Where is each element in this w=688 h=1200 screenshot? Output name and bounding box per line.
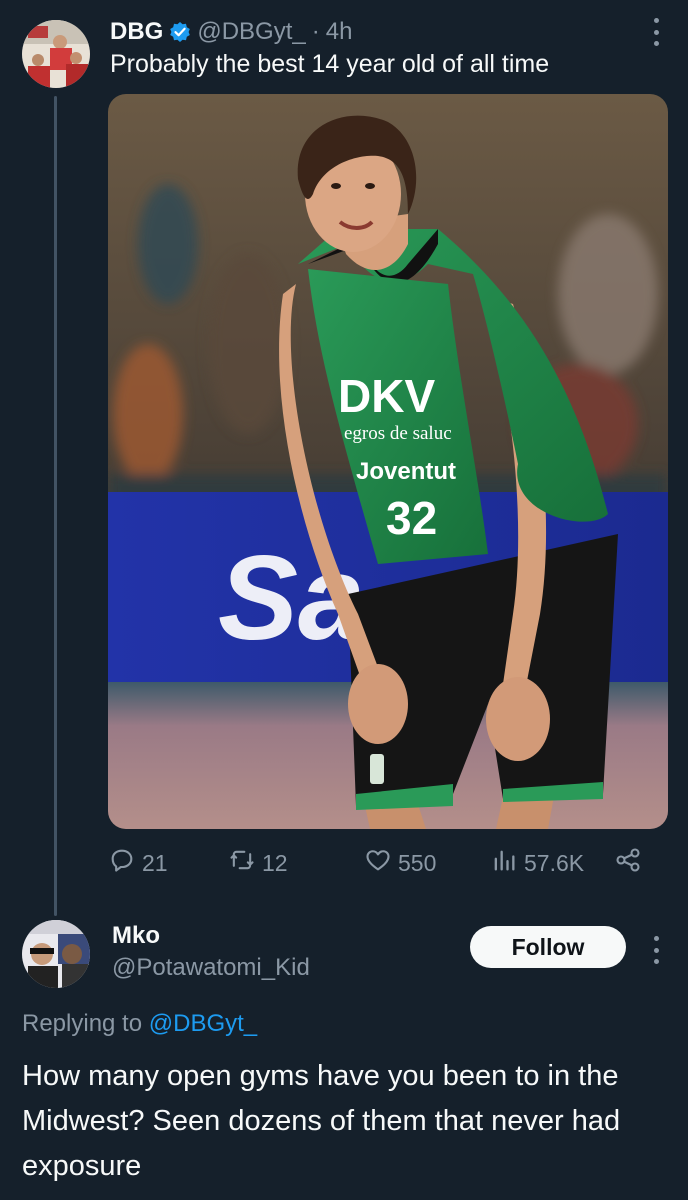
tweet-action-bar: 21 12 550 57.6K [108, 846, 668, 880]
thread-connector-line [54, 96, 57, 916]
share-button[interactable] [614, 846, 642, 880]
jersey-number: 32 [386, 492, 437, 544]
retweet-icon [228, 846, 256, 880]
avatar[interactable] [22, 20, 90, 88]
verified-badge-icon [169, 21, 191, 43]
views-button[interactable]: 57.6K [490, 846, 584, 880]
avatar[interactable] [22, 920, 90, 988]
separator: · [311, 18, 320, 45]
jersey-sponsor: DKV [338, 370, 435, 422]
tweet-header: DBG @DBGyt_ · 4h [110, 16, 352, 48]
like-button[interactable]: 550 [364, 846, 436, 880]
more-icon[interactable] [648, 18, 664, 46]
reply-display-name[interactable]: Mko [112, 922, 160, 950]
views-count: 57.6K [524, 849, 585, 876]
reply-icon [108, 846, 136, 880]
like-icon [364, 846, 392, 880]
views-icon [490, 846, 518, 880]
retweet-count: 12 [262, 849, 288, 876]
replying-mention-link[interactable]: @DBGyt_ [149, 1010, 257, 1037]
jersey-sponsor-sub: egros de saluc [344, 423, 452, 444]
reply-button[interactable]: 21 [108, 846, 168, 880]
reply-text: How many open gyms have you been to in t… [22, 1060, 621, 1182]
share-icon [614, 846, 642, 880]
jersey-team: Joventut [356, 458, 456, 485]
more-icon[interactable] [648, 936, 664, 964]
replying-to: Replying to @DBGyt_ [22, 1010, 257, 1038]
timestamp[interactable]: 4h [326, 18, 353, 46]
reply-handle[interactable]: @Potawatomi_Kid [112, 954, 310, 982]
reply-count: 21 [142, 849, 168, 876]
handle[interactable]: @DBGyt_ [197, 18, 305, 46]
retweet-button[interactable]: 12 [228, 846, 288, 880]
replying-prefix: Replying to [22, 1010, 149, 1037]
like-count: 550 [398, 849, 437, 876]
tweet-text: Probably the best 14 year old of all tim… [110, 50, 550, 78]
display-name[interactable]: DBG [110, 18, 163, 46]
follow-button[interactable]: Follow [470, 926, 626, 968]
tweet-media-image[interactable]: Sa DKV egros de saluc Joventut 32 [108, 94, 668, 829]
